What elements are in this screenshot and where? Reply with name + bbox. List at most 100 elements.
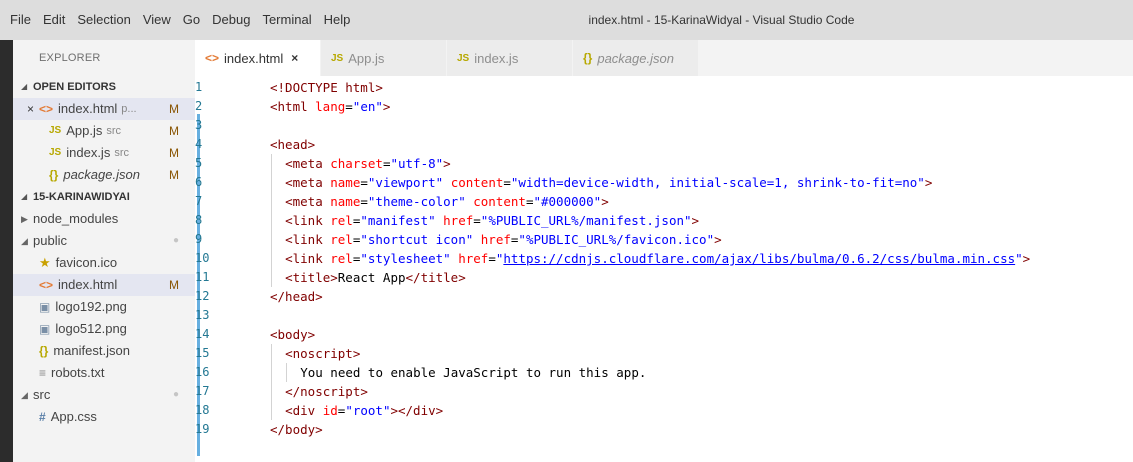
explorer-sidebar: EXPLORER ◢ OPEN EDITORS × <> index.html p..… xyxy=(13,40,195,462)
git-status-badge: M xyxy=(169,124,179,138)
code-token: > xyxy=(924,175,933,190)
indent-guide xyxy=(271,230,272,249)
code-token: <meta xyxy=(285,175,331,190)
code-token: React App xyxy=(337,270,406,285)
code-token: "utf-8" xyxy=(390,156,444,171)
json-icon: {} xyxy=(583,51,593,65)
git-status-badge: M xyxy=(169,146,179,160)
tab-package-json[interactable]: {} package.json xyxy=(573,40,699,76)
code-line: </body> xyxy=(270,420,323,439)
code-token: name xyxy=(330,194,361,209)
code-token: <link xyxy=(285,251,331,266)
code-token: "en" xyxy=(352,99,383,114)
code-token: > xyxy=(714,232,722,247)
project-header[interactable]: ◢ 15-KARINAWIDYAI xyxy=(13,186,195,208)
code-token: rel xyxy=(330,213,353,228)
tree-item[interactable]: ★ favicon.ico xyxy=(13,252,195,274)
tab-App-js[interactable]: JS App.js xyxy=(321,40,447,76)
open-editor-path: p... xyxy=(121,103,137,115)
code-token: </head> xyxy=(270,289,323,304)
tab-label: index.js xyxy=(474,50,519,66)
menu-debug[interactable]: Debug xyxy=(206,0,256,40)
open-editor-item[interactable]: JS App.js src M xyxy=(13,120,195,142)
code-token: <link xyxy=(285,232,331,247)
menu-terminal[interactable]: Terminal xyxy=(256,0,317,40)
code-token: = xyxy=(360,194,368,209)
tree-item[interactable]: <> index.html M xyxy=(13,274,195,296)
chevron-right-icon: ▶ xyxy=(21,214,28,224)
tree-item-name: public xyxy=(33,233,67,248)
tree-item[interactable]: ▣ logo512.png xyxy=(13,318,195,340)
code-token: charset xyxy=(330,156,383,171)
code-token: "%PUBLIC_URL%/manifest.json" xyxy=(480,213,692,228)
git-status-badge: M xyxy=(169,278,179,292)
title-bar: File Edit Selection View Go Debug Terminal Help… xyxy=(0,0,1133,40)
tab-bar-empty xyxy=(699,40,1133,76)
code-token: = xyxy=(360,175,368,190)
tree-item-name: logo512.png xyxy=(55,321,127,336)
text-icon: ≡ xyxy=(39,366,47,380)
open-editor-item[interactable]: × <> index.html p... M xyxy=(13,98,195,120)
code-token: "width=device-width, initial-scale=1, sh… xyxy=(510,175,925,190)
close-icon[interactable]: × xyxy=(27,98,34,120)
tree-item-name: App.css xyxy=(50,409,97,424)
menu-file[interactable]: File xyxy=(4,0,37,40)
activity-bar xyxy=(0,40,13,462)
tab-index-js[interactable]: JS index.js xyxy=(447,40,573,76)
code-token: = xyxy=(473,213,481,228)
code-token: "#000000" xyxy=(533,194,602,209)
menu-view[interactable]: View xyxy=(137,0,177,40)
image-icon: ▣ xyxy=(39,300,51,314)
html-icon: <> xyxy=(39,102,54,116)
line-number: 11 xyxy=(195,270,210,284)
code-line: <link rel="manifest" href="%PUBLIC_URL%/… xyxy=(285,211,699,230)
line-number: 10 xyxy=(195,251,210,265)
editor-tabs: <> index.html × JS App.js JS index.js {} package… xyxy=(195,40,1133,76)
close-icon[interactable]: × xyxy=(291,51,298,65)
menu-bar: File Edit Selection View Go Debug Terminal Help xyxy=(0,0,356,40)
code-token: = xyxy=(503,175,511,190)
line-number: 16 xyxy=(195,365,210,379)
code-token: "manifest" xyxy=(360,213,444,228)
code-token: You need to enable JavaScript to run thi… xyxy=(300,365,647,380)
code-token: "root" xyxy=(345,403,391,418)
js-icon: JS xyxy=(331,52,344,64)
code-editor[interactable]: 1 <!DOCTYPE html> 2 <html lang="en"> 3 4 <head… xyxy=(195,76,1133,462)
code-token: href xyxy=(480,232,511,247)
open-editors-header[interactable]: ◢ OPEN EDITORS xyxy=(13,76,195,98)
line-number: 14 xyxy=(195,327,210,341)
json-icon: {} xyxy=(49,168,59,182)
menu-selection[interactable]: Selection xyxy=(71,0,136,40)
code-token: "theme-color" xyxy=(367,194,474,209)
menu-go[interactable]: Go xyxy=(177,0,206,40)
menu-edit[interactable]: Edit xyxy=(37,0,71,40)
open-editor-name: index.js xyxy=(66,145,111,160)
code-token: content xyxy=(473,194,526,209)
indent-guide xyxy=(271,268,272,287)
explorer-title: EXPLORER xyxy=(39,52,101,64)
tree-item[interactable]: ◢ public ● xyxy=(13,230,195,252)
open-editor-item[interactable]: {} package.json M xyxy=(13,164,195,186)
tree-item[interactable]: # App.css xyxy=(13,406,195,428)
open-editor-name: App.js xyxy=(66,123,103,138)
tree-item[interactable]: ▶ node_modules xyxy=(13,208,195,230)
code-line: </head> xyxy=(270,287,323,306)
css-icon: # xyxy=(39,410,46,424)
tree-item-name: index.html xyxy=(58,277,118,292)
tab-index-html[interactable]: <> index.html × xyxy=(195,40,321,76)
code-token[interactable]: https://cdnjs.cloudflare.com/ajax/libs/b… xyxy=(503,251,1015,266)
open-editor-item[interactable]: JS index.js src M xyxy=(13,142,195,164)
tree-item[interactable]: ◢ src ● xyxy=(13,384,195,406)
tree-item[interactable]: {} manifest.json xyxy=(13,340,195,362)
tree-item[interactable]: ▣ logo192.png xyxy=(13,296,195,318)
tree-item[interactable]: ≡ robots.txt xyxy=(13,362,195,384)
code-token: rel xyxy=(330,251,353,266)
code-token: = xyxy=(488,251,496,266)
line-number: 7 xyxy=(195,194,203,208)
code-line: <html lang="en"> xyxy=(270,97,390,116)
code-token: <!DOCTYPE html> xyxy=(270,80,383,95)
code-line: <meta name="theme-color" content="#00000… xyxy=(285,192,609,211)
open-editors-list: × <> index.html p... M JS App.js src M JS index.js… xyxy=(13,98,195,186)
code-token: > xyxy=(601,194,609,209)
menu-help[interactable]: Help xyxy=(318,0,357,40)
